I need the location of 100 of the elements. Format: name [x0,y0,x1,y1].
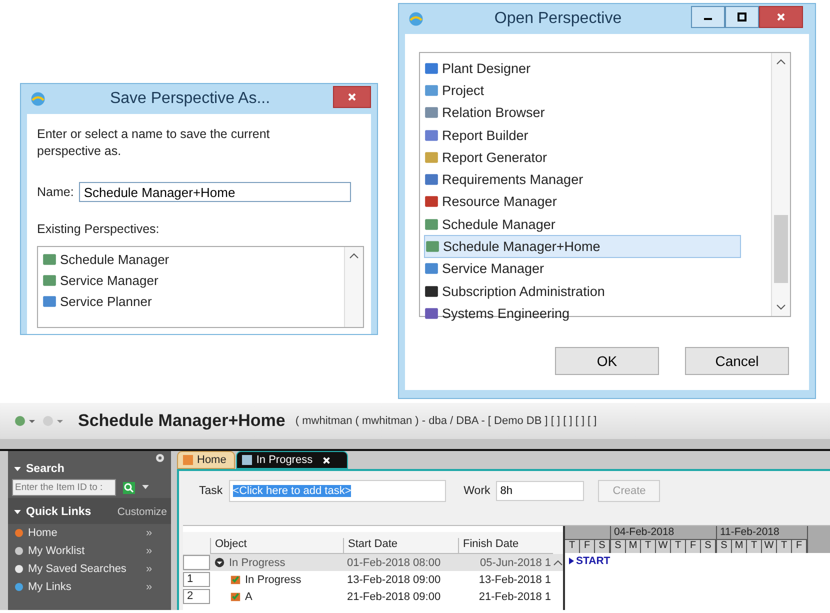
table-cell-text: 21-Feb-2018 09:00 [346,590,442,602]
day-label: S [611,540,626,553]
perspective-item[interactable]: Schedule Manager [424,213,767,236]
day-label: F [792,540,807,553]
table-cell: In Progress [210,574,343,586]
quick-link[interactable]: My Worklist » [8,542,171,560]
perspective-item[interactable]: Schedule Manager+Home [424,235,741,258]
name-label: Name: [37,185,74,199]
name-input-field[interactable]: Schedule Manager+Home [78,182,351,202]
day-label: W [656,540,671,553]
close-tab-icon[interactable] [322,456,331,464]
app-logo-icon [29,90,47,108]
maximize-icon [737,12,747,22]
minimize-button[interactable] [691,6,725,28]
day-label: T [641,540,656,553]
table-cell: A [210,590,343,602]
perspective-item[interactable]: Systems Engineering [424,302,767,325]
instruction-text: Enter or select a name to save the current perspective as. [37,126,271,160]
perspective-icon [424,216,439,232]
table-cell-text: 13-Feb-2018 1 [478,574,552,586]
quick-link[interactable]: My Links » [8,578,171,596]
close-button[interactable] [759,6,803,28]
collapse-icon [14,467,21,472]
perspective-item[interactable]: Service Manager [42,270,340,291]
scroll-up-icon[interactable] [349,253,359,259]
quick-link[interactable]: Home » [8,524,171,542]
customize-link[interactable]: Customize [117,506,167,518]
scrollbar-thumb[interactable] [774,214,788,282]
tab[interactable]: In Progress [236,451,348,469]
perspective-item[interactable]: Relation Browser [424,102,767,124]
perspective-item[interactable]: Subscription Administration [424,280,767,302]
list-label: Existing Perspectives: [37,222,160,236]
forward-icon[interactable] [42,415,66,427]
marker-triangle-icon [569,557,574,565]
perspective-icon [424,261,439,276]
quick-links-header[interactable]: Quick Links [14,506,92,518]
perspective-item[interactable]: Requirements Manager [424,168,767,191]
close-icon [776,12,786,22]
perspective-item[interactable]: Service Manager [424,258,767,280]
settings-icon[interactable] [155,453,165,463]
scroll-up-icon[interactable] [776,59,786,65]
tab[interactable]: Home [177,451,236,469]
start-marker: START [569,555,826,567]
scroll-up-icon[interactable] [553,560,563,566]
perspective-item[interactable]: Project [424,79,767,102]
perspective-icon [424,194,439,210]
perspective-icon [424,306,439,321]
work-input-field[interactable]: 8h [496,481,584,501]
task-label: Task [199,485,223,497]
dialog-button[interactable]: OK [555,347,659,375]
scroll-down-icon[interactable] [776,304,786,310]
perspective-item[interactable]: Report Generator [424,146,767,168]
day-label: M [626,540,641,553]
day-label: S [595,540,610,553]
session-info: ( mwhitman ( mwhitman ) - dba / DBA - [ Demo DB ] [ ] [ ] [ ] [ ] [295,415,597,427]
window-title: Schedule Manager+Home [78,411,286,431]
perspective-icon [425,239,440,254]
search-section-header[interactable]: Search [8,463,171,477]
perspective-item[interactable]: Resource Manager [424,190,767,214]
dropdown-icon[interactable] [142,485,149,490]
perspective-icon [424,82,439,98]
back-icon[interactable] [14,415,38,427]
perspective-icon [424,150,439,165]
table-cell-text: 13-Feb-2018 09:00 [346,574,442,586]
perspective-item[interactable]: Report Builder [424,124,767,146]
day-label: S [701,540,716,553]
item-id-search-field[interactable]: Enter the Item ID to : [12,479,116,496]
table-cell-text: 01-Feb-2018 08:00 [346,556,442,568]
task-icon [230,574,241,585]
collapse-icon [14,510,21,515]
table-cell: In Progress [210,556,343,568]
day-label: T [747,540,762,553]
day-label: W [762,540,777,553]
dialog-title: Save Perspective As... [108,90,272,108]
row-number: 2 [183,589,210,604]
perspective-item[interactable]: Plant Designer [424,57,767,80]
row-number: 1 [183,572,210,587]
dialog-button[interactable]: Cancel [685,347,789,375]
day-label: T [671,540,686,553]
tab-icon [182,454,194,466]
day-label: T [565,540,580,553]
expand-icon[interactable] [214,557,225,568]
task-icon [230,591,241,602]
day-label: T [777,540,792,553]
maximize-button[interactable] [725,6,759,28]
perspective-icon [42,252,57,267]
perspective-item[interactable]: Schedule Manager [42,249,340,270]
search-icon[interactable] [122,480,136,494]
perspective-icon [424,128,439,143]
perspective-item[interactable]: Service Planner [42,291,340,312]
day-label: S [717,540,732,553]
close-icon [347,92,357,102]
day-label: F [580,540,595,553]
perspective-icon [424,284,439,299]
tab-icon [241,454,254,466]
close-button[interactable] [333,86,371,108]
perspective-icon [424,172,439,188]
quick-link[interactable]: My Saved Searches » [8,560,171,578]
perspective-icon [424,105,439,120]
day-label: M [732,540,747,553]
